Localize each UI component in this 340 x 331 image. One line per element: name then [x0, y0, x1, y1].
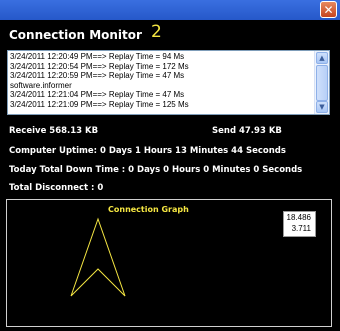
log-lines: 3/24/2011 12:20:49 PM==> Replay Time = 9…	[10, 52, 313, 110]
connection-count: 2	[151, 22, 162, 42]
connection-graph-panel: Connection Graph 18.486 3.711	[6, 199, 332, 327]
chevron-up-icon: ▲	[319, 53, 325, 62]
graph-line	[70, 217, 126, 297]
connection-monitor-window: ✕ Connection Monitor 2 3/24/2011 12:20:4…	[0, 0, 340, 331]
app-title: Connection Monitor	[9, 28, 142, 42]
close-icon: ✕	[323, 2, 334, 17]
log-scrollbar[interactable]: ▲ ▼	[314, 51, 329, 114]
graph-values-box: 18.486 3.711	[283, 211, 316, 237]
log-line: software.informer	[10, 80, 72, 90]
uptime-stat: Computer Uptime: 0 Days 1 Hours 13 Minut…	[9, 146, 286, 156]
downtime-stat: Today Total Down Time : 0 Days 0 Hours 0…	[9, 165, 303, 175]
receive-stat: Receive 568.13 KB	[9, 126, 99, 136]
graph-value-2: 3.711	[291, 224, 311, 233]
graph-title: Connection Graph	[108, 205, 189, 214]
close-button[interactable]: ✕	[320, 1, 337, 18]
log-line: 3/24/2011 12:20:49 PM==> Replay Time = 9…	[10, 52, 185, 61]
replay-log-box[interactable]: 3/24/2011 12:20:49 PM==> Replay Time = 9…	[7, 50, 330, 115]
scroll-thumb[interactable]	[316, 65, 328, 101]
scroll-down-button[interactable]: ▼	[316, 101, 328, 113]
log-line: 3/24/2011 12:21:04 PM==> Replay Time = 4…	[10, 90, 185, 100]
chevron-down-icon: ▼	[319, 102, 325, 111]
scroll-up-button[interactable]: ▲	[316, 52, 328, 64]
log-line: 3/24/2011 12:20:54 PM==> Replay Time = 1…	[10, 61, 189, 71]
graph-value-1: 18.486	[286, 213, 311, 222]
title-bar[interactable]: ✕	[0, 0, 340, 20]
disconnect-stat: Total Disconnect : 0	[9, 183, 104, 193]
log-line: 3/24/2011 12:21:09 PM==> Replay Time = 1…	[10, 99, 189, 109]
send-stat: Send 47.93 KB	[212, 126, 282, 136]
log-line: 3/24/2011 12:20:59 PM==> Replay Time = 4…	[10, 71, 185, 81]
